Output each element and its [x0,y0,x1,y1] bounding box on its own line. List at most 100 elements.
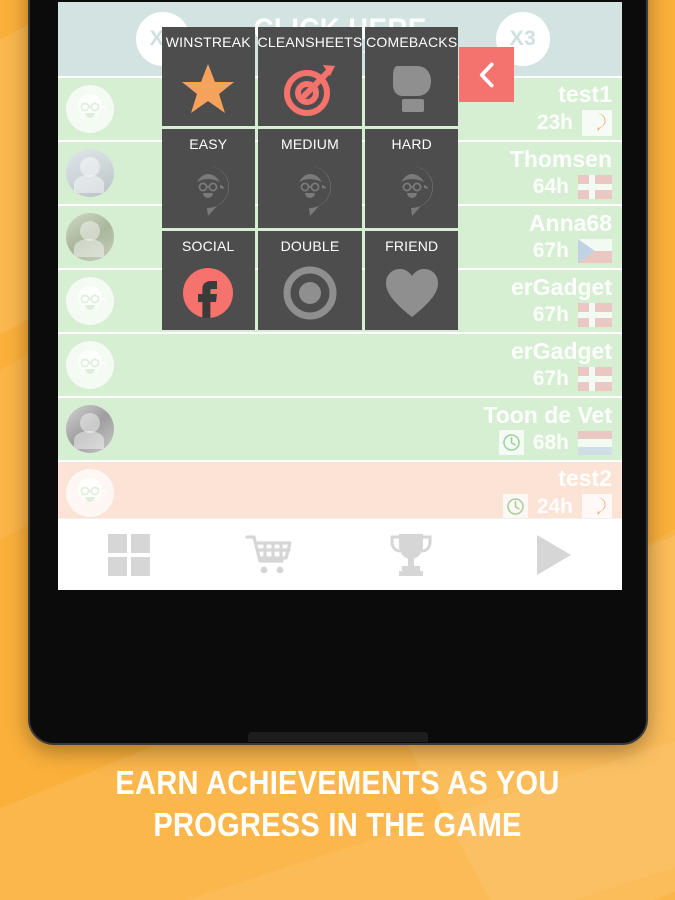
player-info: Toon de Vet 68h [483,401,616,456]
app-viewport: X3 CLICK HERE AND FIND OUT HOW X3 test12… [58,2,622,590]
achievement-tile-medium[interactable]: MEDIUM [257,129,363,228]
player-info: Thomsen 64h [509,146,616,199]
player-time: 67h [532,238,569,262]
player-flag [582,109,612,136]
caption-text: EARN ACHIEVEMENTS AS YOU PROGRESS IN THE… [115,764,560,844]
star-icon [182,64,235,113]
player-flag [578,366,612,391]
achievement-tile-double[interactable]: DOUBLE [257,231,363,330]
boxing-glove-icon [392,66,431,112]
player-name: test1 [558,81,612,108]
player-flag [578,302,612,327]
achievement-tile-social[interactable]: SOCIAL [162,231,255,330]
player-info: test1 23h [536,81,616,136]
achievement-tile-easy[interactable]: EASY [162,129,255,228]
avatar-face-icon [297,165,332,216]
nav-item-grid[interactable] [58,519,199,590]
player-time: 67h [532,302,569,326]
achievement-label: MEDIUM [281,136,339,152]
player-flag [582,493,612,520]
achievement-icon-wrap [258,52,363,126]
player-name: Toon de Vet [483,401,612,428]
achievement-icon-wrap [162,52,255,126]
player-time: 24h [536,494,573,518]
player-name: test2 [558,465,612,492]
player-info: Anna68 67h [528,210,616,263]
achievement-icon-wrap [365,52,458,126]
player-avatar [66,213,114,261]
player-info: erGadget 67h [511,338,616,391]
nav-item-play[interactable] [481,519,622,590]
tablet-device-frame: X3 CLICK HERE AND FIND OUT HOW X3 test12… [28,0,648,745]
player-name: erGadget [511,338,612,365]
clock-icon [503,434,520,451]
flag-czech-icon [578,238,612,263]
achievement-icon-wrap [258,154,363,228]
leaderboard-row[interactable]: Toon de Vet 68h [58,398,622,460]
achievement-grid: WINSTREAK CLEANSHEETS COMEBACKS EASY MEDIUM H… [162,27,458,330]
achievement-tile-comebacks[interactable]: COMEBACKS [365,27,458,126]
avatar-flag-badge [582,493,612,520]
leaderboard-row[interactable]: erGadget 67h [58,334,622,396]
achievement-tile-friend[interactable]: FRIEND [365,231,458,330]
heart-icon [385,269,438,317]
avatar-badge-icon [593,497,606,516]
facebook-icon [183,268,234,318]
achievement-icon-wrap [162,256,255,330]
achievement-label: CLEANSHEETS [257,34,363,50]
achievement-label: FRIEND [385,238,439,254]
nav-item-trophy[interactable] [340,519,481,590]
player-name: Anna68 [528,210,612,237]
player-avatar [66,277,114,325]
avatar-face-icon [398,165,433,216]
player-meta: 67h [532,302,612,327]
shopping-cart-icon [244,534,292,573]
ring-circle-icon [283,266,337,320]
default-avatar-icon [66,85,114,133]
avatar-badge-icon [593,113,606,132]
player-time: 64h [532,174,569,198]
flag-netherlands-icon [578,430,612,455]
achievement-icon-wrap [365,154,458,228]
achievement-icon-wrap [258,256,363,330]
player-name: Thomsen [509,146,612,173]
player-name: erGadget [511,274,612,301]
default-avatar-icon [66,277,114,325]
grid-icon [107,533,150,576]
player-flag [578,174,612,199]
player-flag [578,238,612,263]
player-info: test2 24h [502,465,616,520]
achievement-icon-wrap [162,154,255,228]
player-meta: 64h [532,174,612,199]
nav-item-shop[interactable] [199,519,340,590]
default-avatar-icon [66,469,114,517]
player-flag [578,430,612,455]
player-meta: 68h [498,430,612,456]
flag-denmark-icon [578,366,612,391]
player-avatar [66,469,114,517]
achievement-label: HARD [391,136,432,152]
player-time: 68h [532,430,569,454]
home-indicator [248,732,428,742]
leaderboard-row[interactable]: test2 24h [58,462,622,524]
player-avatar [66,85,114,133]
flag-denmark-icon [578,302,612,327]
achievement-icon-wrap [365,256,458,330]
player-time: 23h [536,110,573,134]
player-meta: 24h [502,493,612,520]
player-meta: 67h [532,238,612,263]
achievement-tile-winstreak[interactable]: WINSTREAK [162,27,255,126]
back-button[interactable] [459,47,514,102]
achievement-label: SOCIAL [181,238,235,254]
player-time: 67h [532,366,569,390]
achievement-tile-cleansheets[interactable]: CLEANSHEETS [257,27,363,126]
bottom-navigation [58,518,622,590]
trophy-icon [390,533,431,576]
target-dart-icon [284,65,335,116]
achievement-tile-hard[interactable]: HARD [365,129,458,228]
player-avatar [66,405,114,453]
achievement-label: WINSTREAK [165,34,251,50]
tablet-screen: X3 CLICK HERE AND FIND OUT HOW X3 test12… [58,2,622,590]
avatar-flag-badge [582,109,612,136]
player-meta: 67h [532,366,612,391]
